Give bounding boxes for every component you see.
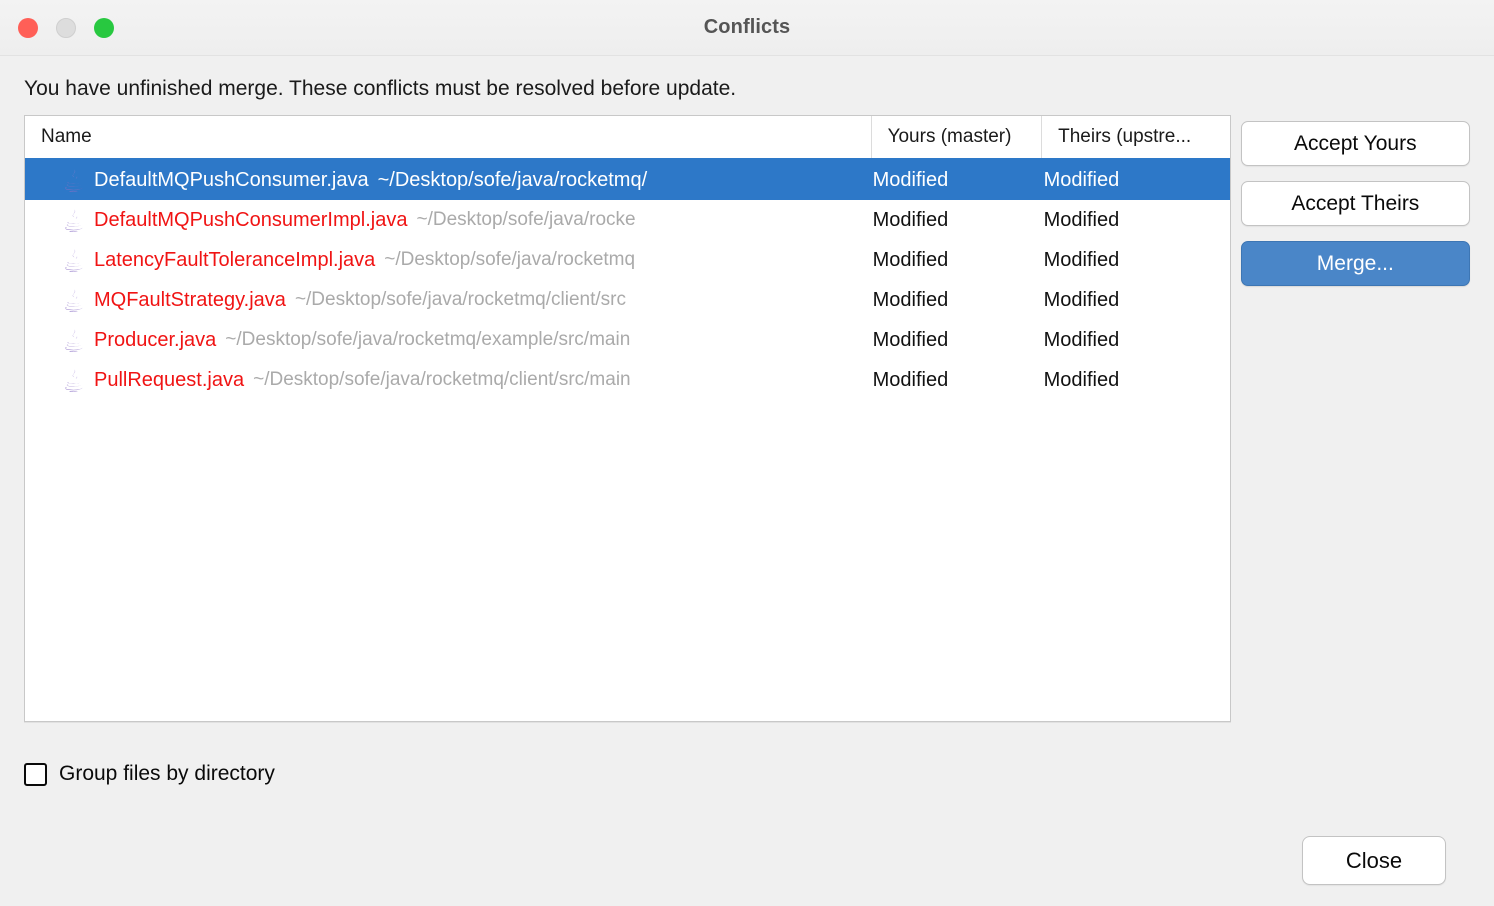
row-name-cell: LatencyFaultToleranceImpl.java ~/Desktop/… xyxy=(25,248,870,273)
table-row[interactable]: DefaultMQPushConsumerImpl.java ~/Desktop/… xyxy=(25,200,1230,240)
yours-status: Modified xyxy=(872,288,949,311)
close-window-button[interactable] xyxy=(18,17,38,38)
merge-button[interactable]: Merge... xyxy=(1240,241,1470,287)
window-titlebar: Conflicts xyxy=(0,0,1494,56)
yours-status: Modified xyxy=(872,208,949,231)
theirs-status: Modified xyxy=(1043,368,1120,391)
java-file-icon xyxy=(65,249,83,273)
group-files-by-directory-checkbox[interactable]: Group files by directory xyxy=(24,762,1470,786)
dialog-body: Name Yours (master) Theirs (upstre... De… xyxy=(0,115,1494,723)
theirs-status: Modified xyxy=(1043,168,1120,191)
yours-status: Modified xyxy=(872,328,949,351)
table-row[interactable]: MQFaultStrategy.java ~/Desktop/sofe/java/… xyxy=(25,280,1230,320)
window-title: Conflicts xyxy=(703,16,791,38)
accept-yours-button[interactable]: Accept Yours xyxy=(1240,121,1470,167)
file-name: Producer.java xyxy=(94,328,217,351)
yours-status: Modified xyxy=(872,368,949,391)
file-name: PullRequest.java xyxy=(94,368,245,391)
column-header-name[interactable]: Name xyxy=(25,116,871,158)
checkbox-box-icon[interactable] xyxy=(24,762,47,786)
file-name: DefaultMQPushConsumerImpl.java xyxy=(94,208,408,231)
java-file-icon xyxy=(65,169,83,193)
row-name-cell: DefaultMQPushConsumerImpl.java ~/Desktop/… xyxy=(25,208,870,233)
theirs-status: Modified xyxy=(1043,328,1120,351)
table-row[interactable]: PullRequest.java ~/Desktop/sofe/java/rock… xyxy=(25,360,1230,400)
table-row[interactable]: LatencyFaultToleranceImpl.java ~/Desktop/… xyxy=(25,240,1230,280)
table-body: DefaultMQPushConsumer.java ~/Desktop/sofe… xyxy=(25,160,1230,721)
file-name: MQFaultStrategy.java xyxy=(94,288,286,311)
theirs-status: Modified xyxy=(1043,288,1120,311)
minimize-window-button[interactable] xyxy=(56,17,76,38)
row-name-cell: MQFaultStrategy.java ~/Desktop/sofe/java/… xyxy=(25,288,870,313)
maximize-window-button[interactable] xyxy=(94,17,114,38)
conflicts-dialog: Conflicts You have unfinished merge. The… xyxy=(0,0,1494,906)
file-path: ~/Desktop/sofe/java/rocke xyxy=(416,209,636,231)
file-path: ~/Desktop/sofe/java/rocketmq/ xyxy=(377,168,648,191)
file-name: LatencyFaultToleranceImpl.java xyxy=(94,248,376,271)
close-button[interactable]: Close xyxy=(1302,836,1446,885)
file-path: ~/Desktop/sofe/java/rocketmq xyxy=(384,249,636,271)
row-name-cell: Producer.java ~/Desktop/sofe/java/rocketm… xyxy=(25,328,870,353)
theirs-status: Modified xyxy=(1043,208,1120,231)
java-file-icon xyxy=(65,209,83,233)
table-row[interactable]: Producer.java ~/Desktop/sofe/java/rocketm… xyxy=(25,320,1230,360)
table-header-row: Name Yours (master) Theirs (upstre... xyxy=(25,116,1230,161)
java-file-icon xyxy=(65,329,83,353)
table-row[interactable]: DefaultMQPushConsumer.java ~/Desktop/sofe… xyxy=(25,160,1230,201)
accept-theirs-button[interactable]: Accept Theirs xyxy=(1240,181,1470,227)
row-name-cell: PullRequest.java ~/Desktop/sofe/java/rock… xyxy=(25,368,870,393)
java-file-icon xyxy=(65,289,83,313)
close-button-container: Close xyxy=(1302,836,1446,885)
dialog-description: You have unfinished merge. These conflic… xyxy=(24,77,737,100)
dialog-footer: Group files by directory Close xyxy=(0,722,1494,906)
column-header-yours[interactable]: Yours (master) xyxy=(870,116,1042,159)
conflicts-table[interactable]: Name Yours (master) Theirs (upstre... De… xyxy=(24,115,1231,723)
file-name: DefaultMQPushConsumer.java xyxy=(94,168,369,191)
row-name-cell: DefaultMQPushConsumer.java ~/Desktop/sofe… xyxy=(25,168,870,193)
yours-status: Modified xyxy=(872,248,949,271)
file-path: ~/Desktop/sofe/java/rocketmq/client/src xyxy=(294,289,626,311)
file-path: ~/Desktop/sofe/java/rocketmq/client/src/… xyxy=(253,369,631,391)
file-path: ~/Desktop/sofe/java/rocketmq/example/src… xyxy=(225,329,631,351)
java-file-icon xyxy=(65,369,83,393)
group-files-by-directory-label: Group files by directory xyxy=(59,762,275,786)
yours-status: Modified xyxy=(872,168,949,191)
window-controls xyxy=(18,17,114,38)
conflict-action-buttons: Accept Yours Accept Theirs Merge... xyxy=(1240,115,1470,287)
column-header-theirs[interactable]: Theirs (upstre... xyxy=(1041,116,1230,159)
theirs-status: Modified xyxy=(1043,248,1120,271)
